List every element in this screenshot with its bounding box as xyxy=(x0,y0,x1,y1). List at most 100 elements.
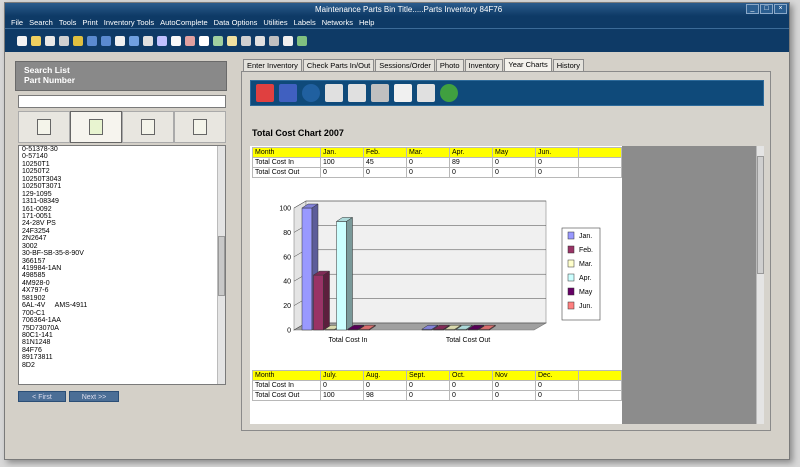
open-icon[interactable] xyxy=(31,35,41,46)
list-item[interactable]: 498585 xyxy=(19,272,225,279)
paste-icon[interactable] xyxy=(171,35,181,46)
menu-inventory-tools[interactable]: Inventory Tools xyxy=(104,18,154,27)
tab-inventory[interactable]: Inventory xyxy=(464,59,504,71)
link-icon[interactable] xyxy=(213,35,223,46)
list-item[interactable]: 8D2 xyxy=(19,362,225,369)
search-list-button-1[interactable] xyxy=(18,111,70,143)
close-button[interactable]: × xyxy=(774,4,787,14)
tab-enter-inventory[interactable]: Enter Inventory xyxy=(243,59,302,71)
menu-help[interactable]: Help xyxy=(359,18,374,27)
copy-icon[interactable] xyxy=(157,35,167,46)
list-item[interactable]: 171-0051 xyxy=(19,213,225,220)
list-item[interactable]: 0-51378-30 xyxy=(19,146,225,153)
help-icon[interactable] xyxy=(440,84,458,102)
grid-icon[interactable] xyxy=(297,35,307,46)
table-cell: Total Cost Out xyxy=(252,167,321,178)
search-list-button-4[interactable] xyxy=(174,111,226,143)
list-item[interactable]: 700-C1 xyxy=(19,310,225,317)
list-item[interactable]: 161-0092 xyxy=(19,206,225,213)
search-list-button-2[interactable] xyxy=(70,111,122,143)
list-item[interactable]: 706364-1AA xyxy=(19,317,225,324)
list-item[interactable]: 129-1095 xyxy=(19,191,225,198)
list-item[interactable]: 10250T1 xyxy=(19,161,225,168)
first-button[interactable]: < First xyxy=(18,391,66,402)
list-scroll-thumb[interactable] xyxy=(218,236,225,296)
list-item[interactable]: 0-57140 xyxy=(19,153,225,160)
arrow-left-icon[interactable] xyxy=(87,35,97,46)
calendar-icon[interactable] xyxy=(241,35,251,46)
list-item[interactable]: 84F76 xyxy=(19,347,225,354)
bar-chart-blue-icon[interactable] xyxy=(279,84,297,102)
list-item[interactable]: 366157 xyxy=(19,258,225,265)
email-icon[interactable] xyxy=(394,84,412,102)
eraser-icon[interactable] xyxy=(371,84,389,102)
list-item[interactable]: 24-28V PS xyxy=(19,220,225,227)
list-item[interactable]: 89173811 xyxy=(19,354,225,361)
part-number-list[interactable]: 0-51378-30 0-57140 10250T1 10250T2 10250T304… xyxy=(18,145,226,385)
table-header-cell: Dec. xyxy=(535,370,579,381)
tools-icon[interactable] xyxy=(255,35,265,46)
printer-icon[interactable] xyxy=(417,84,435,102)
menu-search[interactable]: Search xyxy=(29,18,53,27)
maximize-button[interactable]: □ xyxy=(760,4,773,14)
menu-labels[interactable]: Labels xyxy=(294,18,316,27)
print-icon[interactable] xyxy=(59,35,69,46)
pdf-icon[interactable] xyxy=(325,84,343,102)
back-icon[interactable] xyxy=(143,35,153,46)
list-item[interactable]: 2N2647 xyxy=(19,235,225,242)
list-item[interactable]: 3002 xyxy=(19,243,225,250)
list-item[interactable]: 4X797-6 xyxy=(19,287,225,294)
sheet-scroll-thumb[interactable] xyxy=(757,156,764,274)
spell-icon[interactable] xyxy=(185,35,195,46)
search-list-button-3[interactable] xyxy=(122,111,174,143)
list-item[interactable]: 30-BF-SB-35-8-90V xyxy=(19,250,225,257)
refresh-icon[interactable] xyxy=(129,35,139,46)
globe-icon[interactable] xyxy=(302,84,320,102)
tab-sessions-order[interactable]: Sessions/Order xyxy=(375,59,435,71)
menu-data-options[interactable]: Data Options xyxy=(214,18,258,27)
recycle-icon[interactable] xyxy=(348,84,366,102)
title-bar[interactable]: Maintenance Parts Bin Title.....Parts In… xyxy=(5,3,789,16)
menu-autocomplete[interactable]: AutoComplete xyxy=(160,18,208,27)
settings-icon[interactable] xyxy=(269,35,279,46)
list-item[interactable]: 6AL-4V AMS-4911 xyxy=(19,302,225,309)
edit-icon[interactable] xyxy=(73,35,83,46)
next-button[interactable]: Next >> xyxy=(69,391,119,402)
list-item[interactable]: 10250T3043 xyxy=(19,176,225,183)
minimize-button[interactable]: _ xyxy=(746,4,759,14)
list-item[interactable]: 10250T3071 xyxy=(19,183,225,190)
search-list-subtitle: Part Number xyxy=(24,75,76,85)
tab-history[interactable]: History xyxy=(552,59,585,71)
search-input[interactable] xyxy=(18,95,226,108)
new-icon[interactable] xyxy=(17,35,27,46)
menu-networks[interactable]: Networks xyxy=(322,18,353,27)
arrow-up-icon[interactable] xyxy=(115,35,125,46)
tab-photo[interactable]: Photo xyxy=(435,59,464,71)
list-item[interactable]: 24F3254 xyxy=(19,228,225,235)
menu-utilities[interactable]: Utilities xyxy=(263,18,287,27)
list-item[interactable]: 75D73070A xyxy=(19,325,225,332)
notes-icon[interactable] xyxy=(227,35,237,46)
bar-chart-color-icon[interactable] xyxy=(256,84,274,102)
arrow-right-icon[interactable] xyxy=(101,35,111,46)
table-cell xyxy=(578,390,622,401)
menu-tools[interactable]: Tools xyxy=(59,18,77,27)
list-item[interactable]: 581902 xyxy=(19,295,225,302)
list-item[interactable]: 80C1-141 xyxy=(19,332,225,339)
save-icon[interactable] xyxy=(45,35,55,46)
tab-check-parts-in-out[interactable]: Check Parts In/Out xyxy=(302,59,375,71)
menu-file[interactable]: File xyxy=(11,18,23,27)
menu-print[interactable]: Print xyxy=(82,18,97,27)
list-item[interactable]: 4M928-0 xyxy=(19,280,225,287)
search-icon[interactable] xyxy=(199,35,209,46)
list-item[interactable]: 1311-08349 xyxy=(19,198,225,205)
legend-label: Feb. xyxy=(579,247,593,254)
list-item[interactable]: 419984-1AN xyxy=(19,265,225,272)
image-icon[interactable] xyxy=(283,35,293,46)
sheet-scrollbar[interactable] xyxy=(756,146,764,424)
table-header-row: Month Jan. Feb. Mar. Apr. May Jun. xyxy=(252,147,622,158)
tab-year-charts[interactable]: Year Charts xyxy=(504,58,552,71)
list-item[interactable]: 10250T2 xyxy=(19,168,225,175)
list-item[interactable]: 81N1248 xyxy=(19,339,225,346)
list-scrollbar[interactable] xyxy=(217,146,225,384)
